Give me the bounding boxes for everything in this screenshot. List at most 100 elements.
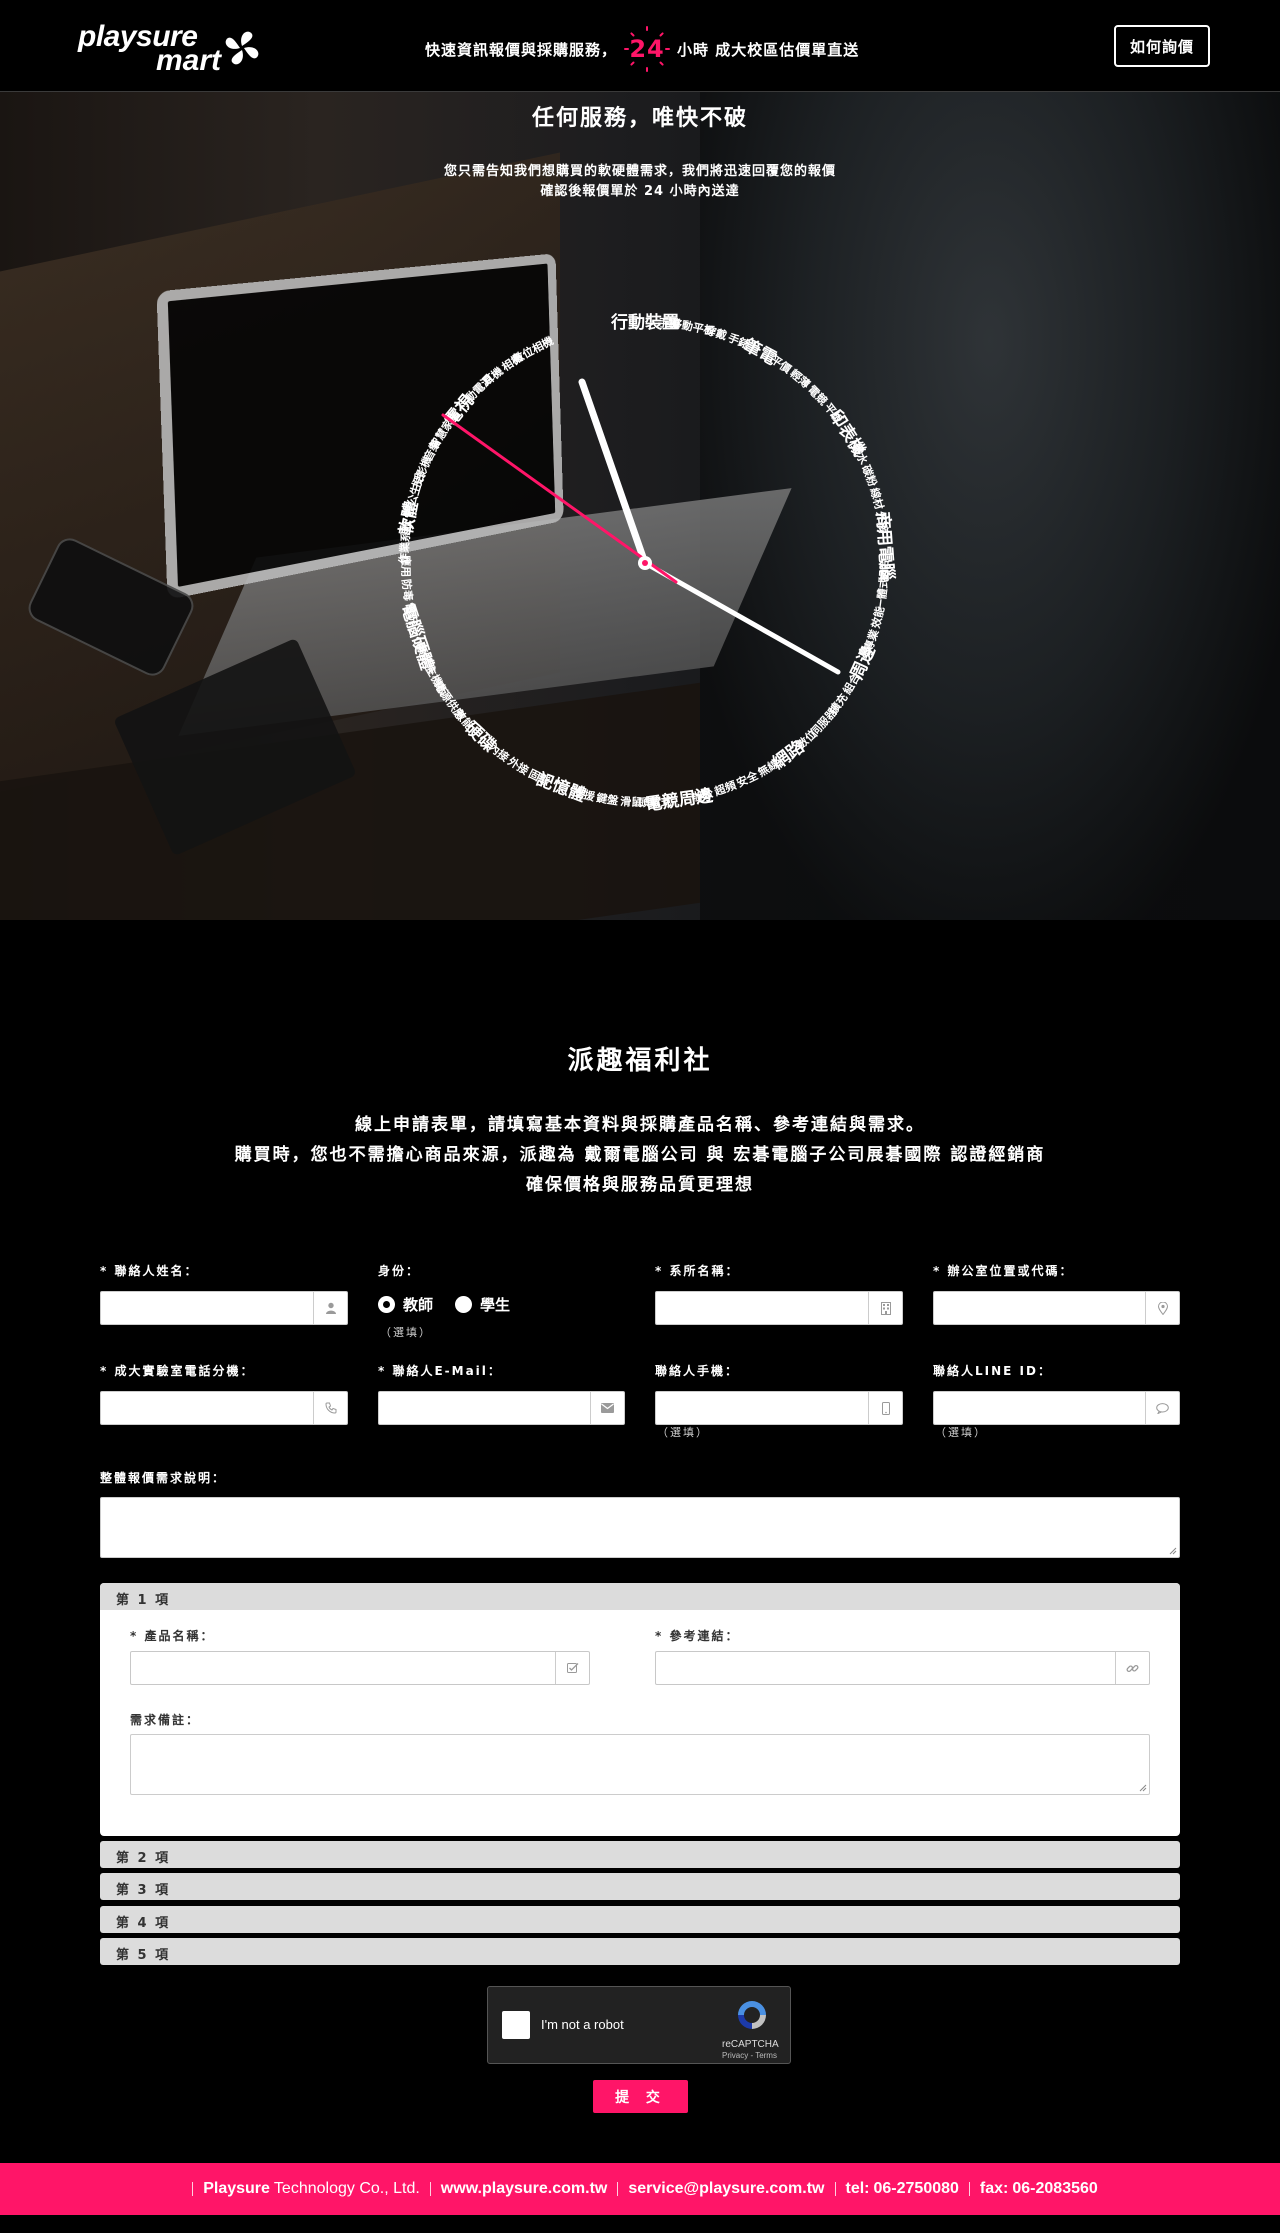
clock-category-minor: 防毒	[399, 578, 415, 601]
link-icon	[1115, 1652, 1149, 1684]
product-name-input[interactable]	[131, 1652, 555, 1684]
footer-fax-value: 06-2083560	[1012, 2180, 1098, 2197]
identity-teacher-label: 教師	[403, 1296, 434, 1314]
user-icon	[313, 1292, 347, 1324]
item-4-header[interactable]: 第 4 項	[100, 1906, 1180, 1933]
tagline-before: 快速資訊報價與採購服務，	[425, 40, 618, 59]
remarks-textarea[interactable]	[130, 1734, 1150, 1795]
recaptcha-label: I'm not a robot	[541, 2017, 624, 2032]
pinwheel-icon	[225, 31, 259, 65]
item-5-header[interactable]: 第 5 項	[100, 1938, 1180, 1965]
email-field	[378, 1391, 625, 1425]
mobile-input[interactable]	[656, 1392, 868, 1424]
product-name-field	[130, 1651, 590, 1685]
footer-company-bold: Playsure	[203, 2180, 270, 2197]
department-input[interactable]	[656, 1292, 868, 1324]
clock-category-minor: 效能	[868, 605, 887, 630]
line-id-input[interactable]	[934, 1392, 1145, 1424]
footer-email-link[interactable]: service@playsure.com.tw	[628, 2180, 824, 2198]
footer-website-link[interactable]: www.playsure.com.tw	[441, 2180, 608, 2198]
lab-phone-input[interactable]	[101, 1392, 313, 1424]
identity-teacher-radio[interactable]: 教師	[378, 1294, 433, 1315]
hero-subtitle-line2: 確認後報價單於 24 小時內送達	[540, 184, 740, 199]
playsure-mart-logo[interactable]: playsure mart	[78, 20, 268, 77]
phone-icon	[313, 1392, 347, 1424]
identity-optional-note: （選填）	[380, 1326, 432, 1339]
footer-company-rest: Technology Co., Ltd.	[273, 2180, 420, 2197]
footer-separator	[617, 2182, 619, 2196]
item-2-header[interactable]: 第 2 項	[100, 1841, 1180, 1868]
footer-company: Playsure Technology Co., Ltd.	[203, 2180, 420, 2198]
recaptcha-privacy-terms[interactable]: Privacy - Terms	[722, 2051, 777, 2060]
section-description: 線上申請表單，請填寫基本資料與採購產品名稱、參考連結與需求。 購買時，您也不需擔…	[0, 1110, 1280, 1200]
recaptcha-brand: reCAPTCHA	[722, 2039, 779, 2050]
section-desc-line1: 線上申請表單，請填寫基本資料與採購產品名稱、參考連結與需求。	[355, 1115, 925, 1135]
clock-category-minor: 頭戴式	[638, 794, 672, 809]
item-3-header[interactable]: 第 3 項	[100, 1873, 1180, 1900]
mobile-optional-note: （選填）	[657, 1426, 709, 1439]
resize-handle-icon[interactable]	[1167, 1545, 1177, 1555]
overall-request-label: 整體報價需求說明：	[100, 1471, 227, 1485]
tagline-after: 小時 成大校區估價單直送	[677, 40, 860, 59]
reference-link-input[interactable]	[656, 1652, 1115, 1684]
hero-banner: 行動裝置 手機 移動平板 穿戴 手錶 筆電 平價 輕薄 電競 平板 印表機 墨水 碳粉 線材 外接 商用電腦組…	[0, 92, 1280, 920]
line-id-label: 聯絡人LINE ID：	[933, 1364, 1052, 1378]
resize-handle-icon[interactable]	[1137, 1782, 1147, 1792]
radio-unselected-icon	[455, 1296, 473, 1313]
clock-category-minor: 鍵盤	[595, 790, 620, 807]
product-name-label: * 產品名稱：	[130, 1629, 215, 1643]
how-to-inquire-button[interactable]: 如何詢價	[1114, 25, 1210, 67]
department-label: * 系所名稱：	[655, 1264, 740, 1278]
office-input[interactable]	[934, 1292, 1145, 1324]
mobile-label: 聯絡人手機：	[655, 1364, 740, 1378]
footer-tel-label: tel:	[845, 2180, 870, 2197]
service-clock: 行動裝置手機移動平板穿戴手錶筆電平價輕薄電競平板印表機墨水碳粉線材外接商用電腦組…	[395, 312, 898, 815]
footer-separator	[192, 2182, 194, 2196]
lab-phone-field	[100, 1391, 348, 1425]
line-id-field	[933, 1391, 1180, 1425]
hero-title: 任何服務，唯快不破	[531, 106, 748, 131]
item-1-header[interactable]: 第 1 項	[100, 1583, 1180, 1610]
radio-selected-icon	[378, 1296, 395, 1313]
clock-category-minor: 碳粉	[859, 463, 880, 489]
department-field	[655, 1291, 903, 1325]
footer-fax: fax: 06-2083560	[980, 2180, 1098, 2198]
section-title: 派趣福利社	[567, 1046, 713, 1076]
map-marker-icon	[1145, 1292, 1179, 1324]
identity-label: 身份：	[378, 1264, 421, 1278]
section-desc-line3: 確保價格與服務品質更理想	[526, 1175, 754, 1195]
submit-button[interactable]: 提 交	[593, 2080, 688, 2113]
clock-category-minor: 穿戴	[704, 323, 729, 343]
office-label: * 辦公室位置或代碼：	[933, 1264, 1074, 1278]
site-header: playsure mart 快速資訊報價與採購服務， 24 小時 成大校區估價單…	[0, 0, 1280, 92]
email-label: * 聯絡人E-Mail：	[378, 1364, 502, 1378]
envelope-icon	[590, 1392, 624, 1424]
recaptcha-logo-icon	[738, 2001, 766, 2029]
reference-link-label: * 參考連結：	[655, 1629, 740, 1643]
overall-request-textarea[interactable]	[100, 1497, 1180, 1558]
lab-phone-label: * 成大實驗室電話分機：	[100, 1364, 255, 1378]
hero-subtitle: 您只需告知我們想購買的軟硬體需求，我們將迅速回覆您的報價 確認後報價單於 24 …	[0, 162, 1280, 202]
identity-student-radio[interactable]: 學生	[455, 1294, 510, 1315]
clock-category-minor: 線材	[867, 486, 886, 511]
clock-category-minor: 數位相機	[510, 333, 555, 366]
office-field	[933, 1291, 1180, 1325]
footer-tel: tel: 06-2750080	[846, 2180, 959, 2198]
contact-name-field	[100, 1291, 348, 1325]
footer-separator	[834, 2182, 836, 2196]
24-hour-badge: 24	[623, 25, 671, 73]
footer-tel-value: 06-2750080	[873, 2180, 959, 2197]
contact-name-label: * 聯絡人姓名：	[100, 1264, 199, 1278]
email-input[interactable]	[379, 1392, 590, 1424]
identity-student-label: 學生	[480, 1296, 511, 1314]
logo-text-mart: mart	[156, 44, 222, 77]
mobile-phone-icon	[868, 1392, 902, 1424]
checkbox-edit-icon	[555, 1652, 589, 1684]
tagline-number: 24	[629, 35, 665, 63]
clock-category-minor: 超頻	[712, 778, 738, 799]
identity-radio-group: 教師 學生	[378, 1294, 532, 1315]
recaptcha-checkbox[interactable]	[502, 2011, 530, 2039]
contact-name-input[interactable]	[101, 1292, 313, 1324]
site-footer: Playsure Technology Co., Ltd. www.playsu…	[0, 2163, 1280, 2215]
item-1-panel: * 產品名稱： * 參考連結： 需求備註：	[100, 1583, 1180, 1836]
